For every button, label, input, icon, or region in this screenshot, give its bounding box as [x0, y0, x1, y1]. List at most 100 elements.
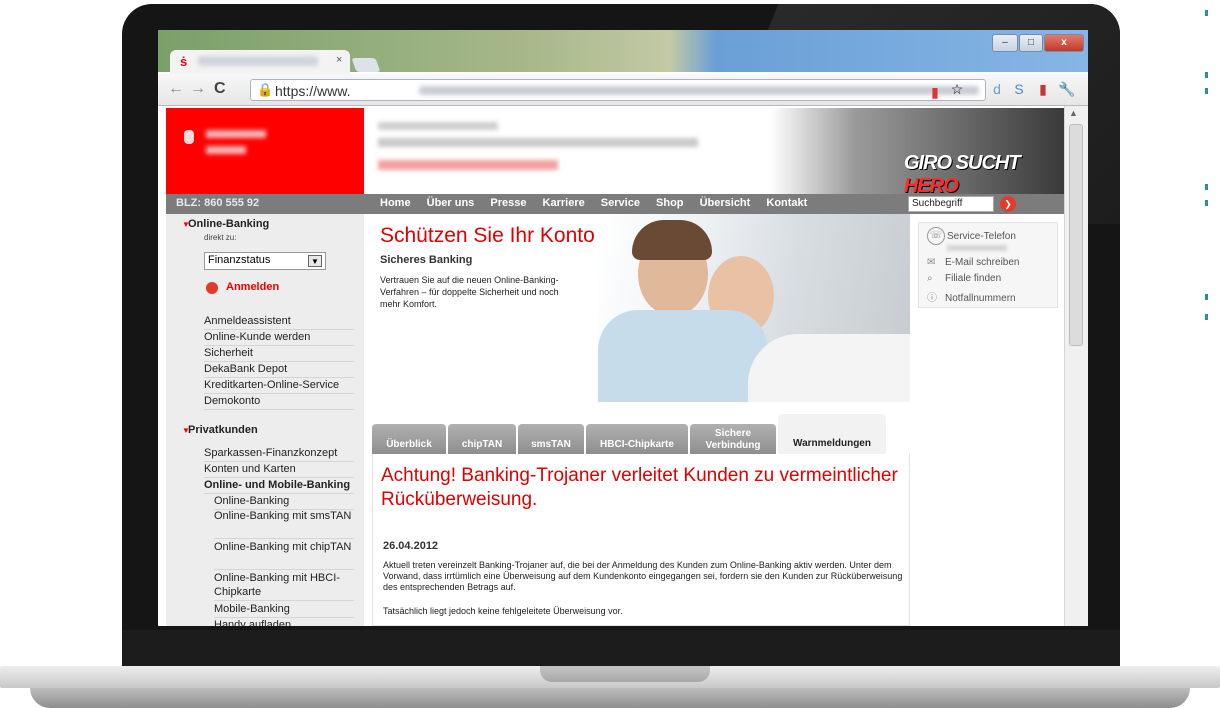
- bookmark-flag-icon[interactable]: ▮: [926, 83, 944, 101]
- forward-arrow-icon[interactable]: →: [190, 80, 206, 98]
- nav-service[interactable]: Service: [601, 197, 640, 209]
- sidebar-item-kreditkarten[interactable]: Kreditkarten-Online-Service: [204, 378, 354, 394]
- nav-kontakt[interactable]: Kontakt: [766, 197, 807, 209]
- tab-warnmeldungen[interactable]: Warnmeldungen: [778, 414, 886, 454]
- base-bottom: [30, 688, 1190, 708]
- browser-toolbar: ← → C 🔒 https://www. ▮ ☆ d S ▮ 🔧: [158, 74, 1088, 106]
- sidebar: ▼ Online-Banking direkt zu: Finanzstatus…: [166, 214, 364, 626]
- sidebar-subitem-mobile-banking[interactable]: Mobile-Banking: [214, 602, 354, 618]
- search-go-icon[interactable]: ❯: [1000, 196, 1016, 212]
- sidebar-item-sicherheit[interactable]: Sicherheit: [204, 346, 354, 362]
- laptop-mockup: ṡ × – □ x ← → C 🔒 https://www. ▮ ☆ d S ▮…: [0, 0, 1220, 708]
- nav-home[interactable]: Home: [380, 197, 411, 209]
- mark: [1205, 184, 1208, 190]
- hero-title: Schützen Sie Ihr Konto: [380, 224, 595, 247]
- sparkasse-logo-block: [166, 108, 364, 194]
- tab-title-blurred: [198, 56, 318, 66]
- extension-skype-icon[interactable]: S: [1010, 80, 1028, 98]
- tab-smstan[interactable]: smsTAN: [518, 424, 584, 454]
- nav-ueber-uns[interactable]: Über uns: [427, 197, 475, 209]
- scroll-thumb[interactable]: [1069, 124, 1083, 346]
- sidebar-heading-privatkunden[interactable]: Privatkunden: [188, 424, 258, 436]
- article-body-2: Tatsächlich liegt jedoch keine fehlgelei…: [383, 606, 623, 616]
- mark: [1205, 88, 1208, 94]
- main-nav: BLZ: 860 555 92 Home Über uns Presse Kar…: [166, 194, 1064, 214]
- wrench-icon[interactable]: 🔧: [1058, 80, 1076, 98]
- sidebar-item-konten-karten[interactable]: Konten und Karten: [204, 462, 354, 478]
- article-date: 26.04.2012: [383, 540, 439, 552]
- browser-titlebar: ṡ × – □ x: [158, 30, 1088, 74]
- giro-logo-text: GIRO SUCHT: [904, 152, 1021, 174]
- sidebar-item-finanzkonzept[interactable]: Sparkassen-Finanzkonzept: [204, 446, 354, 462]
- tab-chiptan[interactable]: chipTAN: [448, 424, 516, 454]
- web-page: GIRO SUCHT HERO BLZ: 860 555 92 Home Übe…: [158, 106, 1064, 626]
- tab-hbci-chipkarte[interactable]: HBCI-Chipkarte: [586, 424, 688, 454]
- decorative-marks: [1200, 0, 1220, 330]
- sidebar-item-anmeldeassistent[interactable]: Anmeldeassistent: [204, 314, 354, 330]
- banner-cta-blurred: [378, 160, 558, 170]
- phone-number-blurred: [947, 245, 1007, 251]
- sidebar-subitem-handy-aufladen[interactable]: Handy aufladen: [214, 618, 354, 626]
- sidebar-subitem-online-banking[interactable]: Online-Banking: [214, 494, 354, 510]
- sidebar-heading-online-banking[interactable]: Online-Banking: [188, 218, 269, 230]
- sidebar-item-online-mobile-banking[interactable]: Online- und Mobile-Banking: [204, 478, 354, 494]
- back-arrow-icon[interactable]: ←: [168, 80, 184, 98]
- sidebar-subitem-chiptan[interactable]: Online-Banking mit chipTAN: [214, 540, 354, 570]
- info-icon: ⓘ: [927, 293, 937, 304]
- maximize-button[interactable]: □: [1019, 34, 1043, 52]
- sidebar-subitem-smstan[interactable]: Online-Banking mit smsTAN: [214, 509, 354, 539]
- tab-sichere-verbindung[interactable]: Sichere Verbindung: [690, 424, 776, 454]
- banner-text-blurred: [378, 122, 498, 130]
- nav-shop[interactable]: Shop: [656, 197, 684, 209]
- new-tab-button[interactable]: [351, 58, 381, 72]
- close-window-button[interactable]: x: [1044, 34, 1084, 52]
- email-label: E-Mail schreiben: [945, 257, 1020, 268]
- service-telefon-label: Service-Telefon: [947, 231, 1016, 242]
- login-arrow-icon[interactable]: [206, 282, 218, 294]
- extension-pdf-icon[interactable]: ▮: [1034, 80, 1052, 98]
- page-scrollbar[interactable]: ▲: [1064, 106, 1088, 626]
- minimize-button[interactable]: –: [992, 34, 1018, 52]
- url-blurred-path: [419, 86, 979, 95]
- giro-sucht-hero-logo: GIRO SUCHT HERO: [904, 152, 1054, 197]
- mark: [1205, 200, 1208, 206]
- reload-icon[interactable]: C: [214, 80, 226, 98]
- hero-subtitle: Sicheres Banking: [380, 254, 473, 266]
- nav-presse[interactable]: Presse: [490, 197, 526, 209]
- filiale-label: Filiale finden: [945, 273, 1002, 284]
- mark: [1205, 314, 1208, 320]
- filiale-link[interactable]: ⌕ Filiale finden: [927, 273, 1001, 284]
- content-tabs: Überblick chipTAN smsTAN HBCI-Chipkarte …: [372, 414, 892, 454]
- tab-ueberblick[interactable]: Überblick: [372, 424, 446, 454]
- sparkasse-logo-icon: [184, 130, 194, 144]
- banner-text-blurred: [378, 138, 698, 147]
- chevron-down-icon[interactable]: ▼: [308, 255, 322, 267]
- browser-tab[interactable]: ṡ ×: [170, 50, 350, 74]
- header-banner[interactable]: GIRO SUCHT HERO: [364, 108, 1064, 197]
- man-hair: [632, 220, 712, 260]
- logo-text-blurred: [206, 146, 246, 154]
- email-link[interactable]: ✉ E-Mail schreiben: [927, 257, 1019, 268]
- tab-close-icon[interactable]: ×: [336, 54, 342, 66]
- extension-d-icon[interactable]: d: [988, 80, 1006, 98]
- phone-icon: ☏: [927, 227, 945, 245]
- sidebar-item-dekabank[interactable]: DekaBank Depot: [204, 362, 354, 378]
- nav-karriere[interactable]: Karriere: [543, 197, 585, 209]
- sidebar-subitem-hbci[interactable]: Online-Banking mit HBCI-Chipkarte: [214, 571, 354, 601]
- anmelden-link[interactable]: Anmelden: [226, 281, 279, 293]
- article-title: Achtung! Banking-Trojaner verleitet Kund…: [381, 465, 898, 510]
- search-input[interactable]: Suchbegriff: [908, 196, 994, 212]
- address-bar[interactable]: 🔒 https://www.: [250, 79, 986, 101]
- notfall-link[interactable]: ⓘ Notfallnummern: [927, 289, 1016, 304]
- nav-links: Home Über uns Presse Karriere Service Sh…: [380, 197, 820, 209]
- sidebar-item-online-kunde[interactable]: Online-Kunde werden: [204, 330, 354, 346]
- direkt-zu-label: direkt zu:: [204, 233, 237, 242]
- scroll-up-icon[interactable]: ▲: [1069, 108, 1078, 118]
- laptop-base: [0, 660, 1220, 708]
- sidebar-item-demokonto[interactable]: Demokonto: [204, 394, 354, 410]
- magnifier-icon: ⌕: [927, 273, 933, 284]
- logo-text-blurred: [206, 130, 266, 138]
- star-icon[interactable]: ☆: [948, 80, 966, 98]
- sparkasse-favicon-icon: ṡ: [180, 54, 188, 69]
- nav-uebersicht[interactable]: Übersicht: [700, 197, 751, 209]
